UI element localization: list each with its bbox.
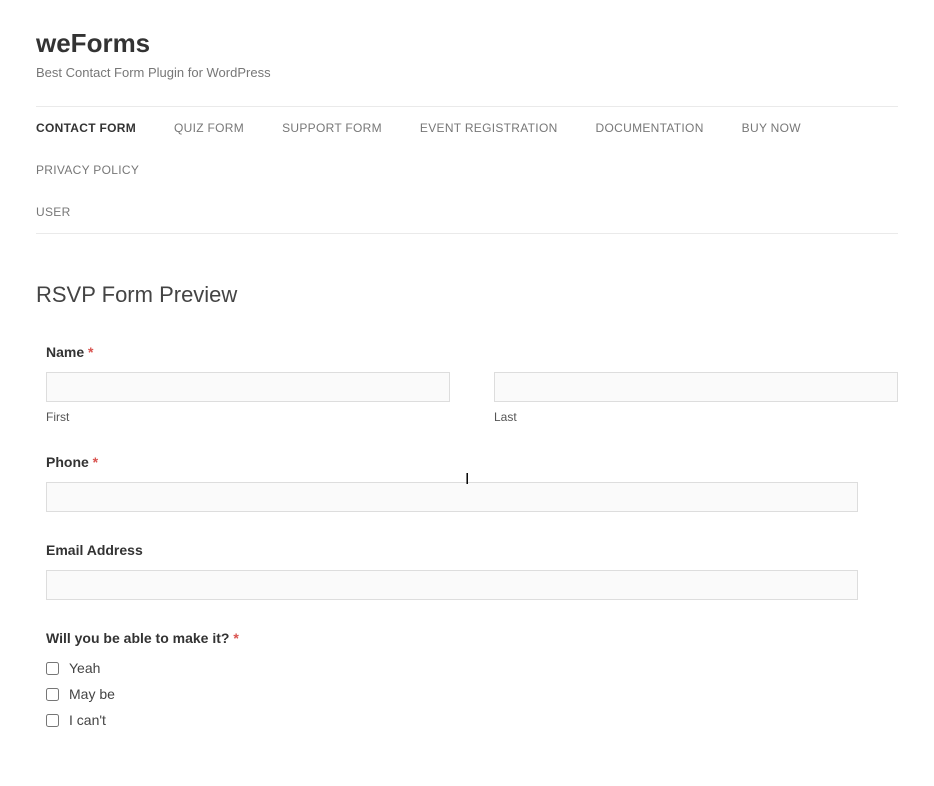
field-phone: Phone * I bbox=[46, 454, 898, 512]
main-nav: CONTACT FORM QUIZ FORM SUPPORT FORM EVEN… bbox=[36, 106, 898, 234]
required-icon: * bbox=[233, 630, 238, 646]
name-label-text: Name bbox=[46, 344, 84, 360]
attend-label: Will you be able to make it? * bbox=[46, 630, 898, 646]
rsvp-form: Name * First Last Phone * I Email Addres… bbox=[36, 344, 898, 728]
email-label-text: Email Address bbox=[46, 542, 143, 558]
phone-label-text: Phone bbox=[46, 454, 89, 470]
phone-input[interactable] bbox=[46, 482, 858, 512]
nav-row-2: USER bbox=[36, 191, 898, 233]
page-title: RSVP Form Preview bbox=[36, 282, 898, 308]
first-name-input[interactable] bbox=[46, 372, 450, 402]
nav-user[interactable]: USER bbox=[36, 191, 71, 233]
site-tagline: Best Contact Form Plugin for WordPress bbox=[36, 65, 898, 80]
field-name: Name * First Last bbox=[46, 344, 898, 424]
option-yeah[interactable]: Yeah bbox=[46, 660, 898, 676]
required-icon: * bbox=[93, 454, 98, 470]
nav-buy-now[interactable]: BUY NOW bbox=[742, 107, 801, 149]
nav-row: CONTACT FORM QUIZ FORM SUPPORT FORM EVEN… bbox=[36, 107, 898, 191]
nav-contact-form[interactable]: CONTACT FORM bbox=[36, 107, 136, 149]
phone-label: Phone * bbox=[46, 454, 898, 470]
nav-privacy-policy[interactable]: PRIVACY POLICY bbox=[36, 149, 139, 191]
email-input[interactable] bbox=[46, 570, 858, 600]
required-icon: * bbox=[88, 344, 93, 360]
last-name-input[interactable] bbox=[494, 372, 898, 402]
email-label: Email Address bbox=[46, 542, 898, 558]
site-title: weForms bbox=[36, 28, 898, 59]
nav-documentation[interactable]: DOCUMENTATION bbox=[596, 107, 704, 149]
option-maybe[interactable]: May be bbox=[46, 686, 898, 702]
checkbox-cant[interactable] bbox=[46, 714, 59, 727]
field-attend: Will you be able to make it? * Yeah May … bbox=[46, 630, 898, 728]
nav-support-form[interactable]: SUPPORT FORM bbox=[282, 107, 382, 149]
first-name-sublabel: First bbox=[46, 410, 450, 424]
attend-options: Yeah May be I can't bbox=[46, 660, 898, 728]
attend-label-text: Will you be able to make it? bbox=[46, 630, 229, 646]
field-email: Email Address bbox=[46, 542, 898, 600]
option-maybe-label: May be bbox=[69, 686, 115, 702]
name-label: Name * bbox=[46, 344, 898, 360]
nav-event-registration[interactable]: EVENT REGISTRATION bbox=[420, 107, 558, 149]
option-cant[interactable]: I can't bbox=[46, 712, 898, 728]
option-yeah-label: Yeah bbox=[69, 660, 100, 676]
checkbox-maybe[interactable] bbox=[46, 688, 59, 701]
nav-quiz-form[interactable]: QUIZ FORM bbox=[174, 107, 244, 149]
checkbox-yeah[interactable] bbox=[46, 662, 59, 675]
option-cant-label: I can't bbox=[69, 712, 106, 728]
last-name-sublabel: Last bbox=[494, 410, 898, 424]
